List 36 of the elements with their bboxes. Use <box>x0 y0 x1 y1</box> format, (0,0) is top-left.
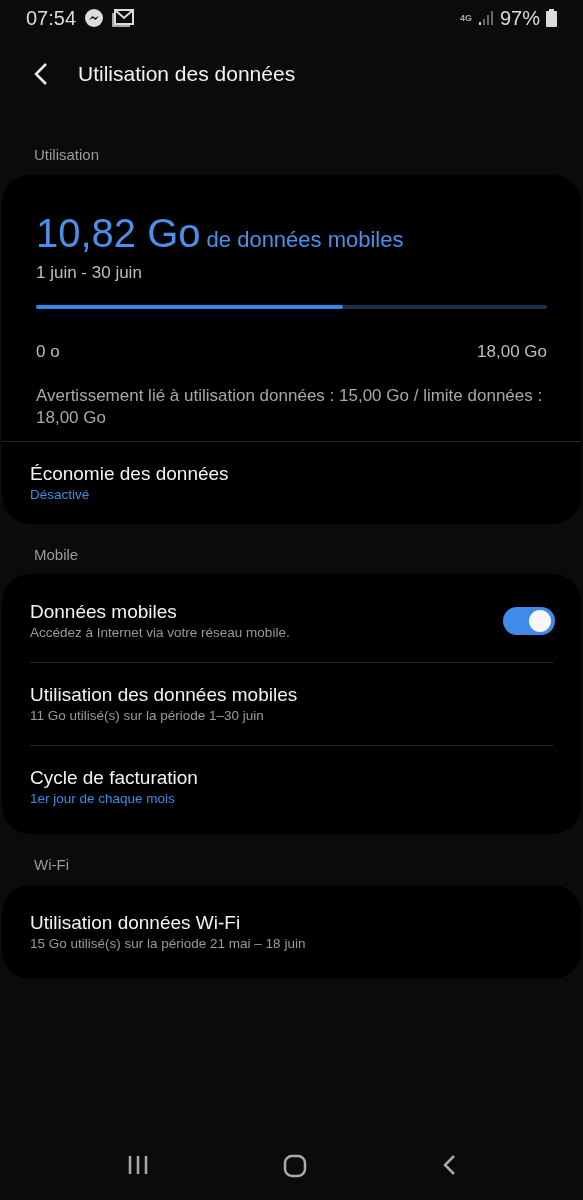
settings-item[interactable]: Utilisation des données mobiles 11 Go utilisé(s) sur la période 1–30 juin <box>26 663 557 745</box>
recent-apps-icon[interactable] <box>127 1154 150 1176</box>
item-title: Données mobiles <box>30 600 178 624</box>
item-title: Cycle de facturation <box>30 766 199 790</box>
messenger-icon <box>84 8 105 28</box>
usage-label: de données mobiles <box>206 225 404 254</box>
scale-min: 0 o <box>36 341 60 363</box>
battery-percent: 97% <box>499 6 540 31</box>
battery-icon <box>546 9 557 27</box>
status-time: 07:54 <box>26 6 77 31</box>
usage-period: 1 juin - 30 juin <box>36 262 142 282</box>
settings-item[interactable]: Économie des données Désactivé <box>26 441 557 524</box>
scale-max: 18,00 Go <box>477 341 547 363</box>
item-subtitle: Accédez à Internet via votre réseau mobile. <box>30 624 291 642</box>
item-subtitle: 1er jour de chaque mois <box>30 790 176 808</box>
item-subtitle: 11 Go utilisé(s) sur la période 1–30 juin <box>30 707 265 725</box>
settings-item[interactable]: Cycle de facturation 1er jour de chaque mois <box>26 746 557 828</box>
item-title: Économie des données <box>30 461 230 486</box>
mail-icon <box>112 9 135 27</box>
network-type: 4G <box>459 13 472 23</box>
item-subtitle: 15 Go utilisé(s) sur la période 21 mai – 18 juin <box>30 934 307 953</box>
page-title: Utilisation des données <box>78 61 296 88</box>
usage-amount: 10,82 Go <box>36 210 201 255</box>
back-icon[interactable] <box>441 1154 456 1176</box>
section-header: Wi-Fi <box>34 855 70 875</box>
home-icon[interactable] <box>283 1154 308 1178</box>
item-title: Utilisation données Wi-Fi <box>30 910 242 935</box>
settings-item[interactable]: Données mobiles Accédez à Internet via votre réseau mobile. <box>26 580 507 662</box>
settings-item[interactable]: Utilisation données Wi-Fi 15 Go utilisé(s) sur la période 21 mai – 18 juin <box>26 890 557 973</box>
item-title: Utilisation des données mobiles <box>30 683 299 707</box>
item-subtitle: Désactivé <box>30 485 91 504</box>
warning-text: Avertissement lié à utilisation données : 15,00 Go / limite données : 18,00 Go <box>36 384 544 429</box>
toggle-switch[interactable] <box>503 607 555 635</box>
signal-icon <box>477 10 494 26</box>
section-header: Mobile <box>34 544 80 565</box>
section-header: Utilisation <box>34 145 101 165</box>
